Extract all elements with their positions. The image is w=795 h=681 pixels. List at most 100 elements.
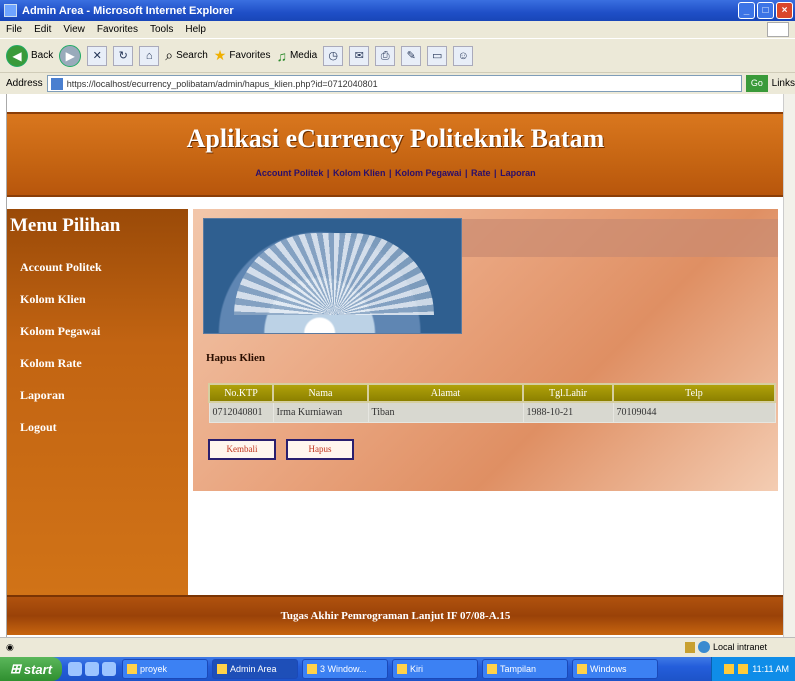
- action-buttons: Kembali Hapus: [208, 439, 354, 460]
- home-button[interactable]: ⌂: [139, 45, 160, 66]
- menu-view[interactable]: View: [63, 24, 85, 35]
- refresh-button[interactable]: ↻: [113, 45, 134, 66]
- links-label[interactable]: Links: [772, 78, 795, 89]
- sidebar-item-laporan[interactable]: Laporan: [7, 379, 188, 411]
- address-input[interactable]: https://localhost/ecurrency_polibatam/ad…: [46, 75, 743, 92]
- windows-logo-icon: ⊞: [9, 661, 21, 676]
- taskbar-item[interactable]: Admin Area: [212, 659, 298, 679]
- messenger-button[interactable]: ☺: [453, 45, 474, 66]
- address-label: Address: [6, 78, 43, 89]
- menu-bar: File Edit View Favorites Tools Help: [0, 21, 795, 38]
- address-url: https://localhost/ecurrency_polibatam/ad…: [66, 78, 378, 89]
- column-header-alamat: Alamat: [367, 383, 524, 403]
- quick-launch: [62, 662, 122, 676]
- main-content: Hapus Klien No.KTP Nama Alamat Tgl.Lahir…: [193, 209, 778, 491]
- folder-icon: [127, 664, 137, 674]
- vertical-scrollbar[interactable]: [783, 94, 795, 637]
- taskbar-item[interactable]: Windows: [572, 659, 658, 679]
- maximize-button[interactable]: □: [757, 2, 774, 19]
- taskbar-item-label: Admin Area: [230, 664, 277, 674]
- decorative-band: [458, 219, 778, 257]
- money-banner-image: [203, 218, 462, 334]
- sidebar-menu: Account Politek Kolom Klien Kolom Pegawa…: [7, 251, 188, 443]
- delete-button[interactable]: Hapus: [286, 439, 354, 460]
- folder-icon: [397, 664, 407, 674]
- menu-help[interactable]: Help: [185, 24, 206, 35]
- nav-rate[interactable]: Rate: [471, 168, 491, 178]
- back-arrow-icon: ◀: [6, 44, 28, 67]
- favorites-button[interactable]: ★ Favorites: [214, 47, 271, 64]
- lock-icon: [684, 641, 695, 653]
- taskbar-item[interactable]: Tampilan: [482, 659, 568, 679]
- desktop-quicklaunch-icon[interactable]: [102, 662, 116, 676]
- cell-tgl-lahir: 1988-10-21: [522, 401, 614, 423]
- back-button[interactable]: ◀ Back: [6, 44, 54, 67]
- back-form-button[interactable]: Kembali: [208, 439, 276, 460]
- sidebar-item-account-politek[interactable]: Account Politek: [7, 251, 188, 283]
- nav-kolom-pegawai[interactable]: Kolom Pegawai: [395, 168, 462, 178]
- sidebar-item-logout[interactable]: Logout: [7, 411, 188, 443]
- cell-nama: Irma Kurniawan: [272, 401, 369, 423]
- tray-icon[interactable]: [724, 664, 735, 674]
- app-icon: [487, 664, 497, 674]
- nav-kolom-klien[interactable]: Kolom Klien: [333, 168, 386, 178]
- folder-button[interactable]: ▭: [427, 45, 448, 66]
- cell-noktp: 0712040801: [208, 401, 274, 423]
- tray-icon[interactable]: [738, 664, 749, 674]
- search-label: Search: [176, 50, 208, 61]
- window-title: Admin Area - Microsoft Internet Explorer: [22, 4, 234, 17]
- close-button[interactable]: ×: [776, 2, 793, 19]
- column-header-noktp: No.KTP: [208, 383, 274, 403]
- column-header-nama: Nama: [272, 383, 369, 403]
- cell-alamat: Tiban: [367, 401, 524, 423]
- taskbar-item[interactable]: proyek: [122, 659, 208, 679]
- status-bar: ◉ Local intranet: [0, 637, 795, 657]
- ie-icon: [4, 4, 17, 17]
- edit-button[interactable]: ✎: [401, 45, 422, 66]
- menu-favorites[interactable]: Favorites: [97, 24, 138, 35]
- clock: 11:11 AM: [752, 664, 789, 674]
- table-header-row: No.KTP Nama Alamat Tgl.Lahir Telp: [208, 383, 776, 403]
- back-label: Back: [31, 50, 54, 61]
- media-button[interactable]: ♫ Media: [276, 48, 317, 64]
- minimize-button[interactable]: _: [738, 2, 755, 19]
- security-zone: Local intranet: [684, 641, 767, 653]
- address-bar: Address https://localhost/ecurrency_poli…: [0, 72, 795, 94]
- start-button[interactable]: ⊞ start: [0, 657, 62, 681]
- go-button[interactable]: Go: [746, 75, 768, 92]
- menu-edit[interactable]: Edit: [34, 24, 51, 35]
- search-button[interactable]: ⌕ Search: [165, 47, 208, 64]
- table-row: 0712040801 Irma Kurniawan Tiban 1988-10-…: [208, 401, 776, 423]
- taskbar-item-label: Tampilan: [500, 664, 537, 674]
- column-header-telp: Telp: [612, 383, 776, 403]
- menu-tools[interactable]: Tools: [150, 24, 173, 35]
- stop-button[interactable]: ✕: [87, 45, 108, 66]
- start-label: start: [23, 661, 53, 677]
- done-icon: ◉: [6, 642, 14, 652]
- media-quicklaunch-icon[interactable]: [85, 662, 99, 676]
- client-table: No.KTP Nama Alamat Tgl.Lahir Telp 071204…: [208, 383, 776, 423]
- sidebar-item-kolom-klien[interactable]: Kolom Klien: [7, 283, 188, 315]
- globe-icon: [697, 641, 710, 653]
- sidebar-item-kolom-rate[interactable]: Kolom Rate: [7, 347, 188, 379]
- mail-button[interactable]: ✉: [349, 45, 370, 66]
- taskbar-item-label: proyek: [140, 664, 168, 674]
- ie-icon: [217, 664, 227, 674]
- sidebar-item-kolom-pegawai[interactable]: Kolom Pegawai: [7, 315, 188, 347]
- print-button[interactable]: ⎙: [375, 45, 396, 66]
- window-controls: _ □ ×: [738, 2, 793, 19]
- taskbar-items: proyek Admin Area 3 Window... Kiri Tampi…: [122, 659, 658, 679]
- nav-account-politek[interactable]: Account Politek: [255, 168, 323, 178]
- taskbar-item-label: 3 Window...: [320, 664, 367, 674]
- taskbar-item[interactable]: 3 Window...: [302, 659, 388, 679]
- ie-quicklaunch-icon[interactable]: [68, 662, 82, 676]
- sidebar: Menu Pilihan Account Politek Kolom Klien…: [7, 209, 188, 595]
- taskbar-item[interactable]: Kiri: [392, 659, 478, 679]
- history-button[interactable]: ◷: [323, 45, 344, 66]
- forward-button[interactable]: ▶: [59, 44, 82, 67]
- page-header: Aplikasi eCurrency Politeknik Batam Acco…: [7, 112, 784, 197]
- cell-telp: 70109044: [612, 401, 776, 423]
- nav-laporan[interactable]: Laporan: [500, 168, 536, 178]
- page-title: Aplikasi eCurrency Politeknik Batam: [186, 124, 605, 153]
- menu-file[interactable]: File: [6, 24, 22, 35]
